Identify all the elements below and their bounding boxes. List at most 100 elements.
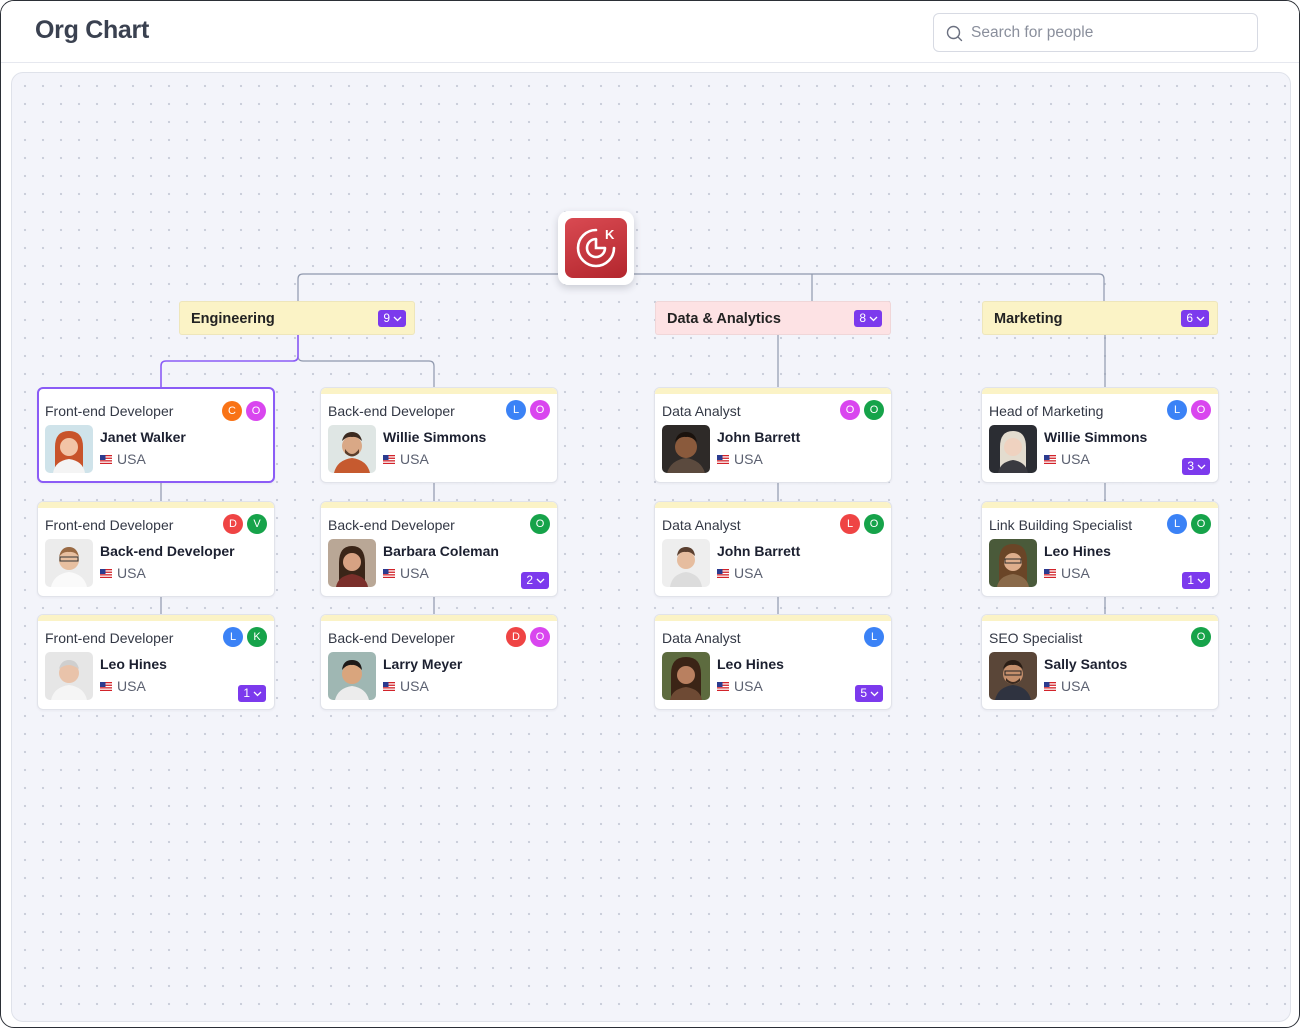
person-card[interactable]: Back-end Developer O Barbara Coleman USA… (320, 501, 558, 597)
count-badge[interactable]: 1 (1182, 572, 1210, 589)
role-label: Data Analyst (662, 630, 741, 646)
count-badge[interactable]: 9 (378, 310, 406, 327)
page-title: Org Chart (35, 16, 149, 44)
count-badge[interactable]: 6 (1181, 310, 1209, 327)
avatar[interactable]: D (506, 627, 526, 647)
avatar-group: L O (506, 400, 550, 420)
dept-engineering[interactable]: Engineering 9 (179, 301, 415, 335)
org-chart-window: Org Chart Search for people K Engineerin… (0, 0, 1300, 1028)
us-flag-icon (1044, 568, 1056, 578)
person-card[interactable]: Back-end Developer D O Larry Meyer USA (320, 614, 558, 710)
person-name: Janet Walker (100, 429, 186, 445)
avatar[interactable]: O (864, 514, 884, 534)
avatar-group: L O (1167, 514, 1211, 534)
location: USA (383, 678, 429, 694)
profile-photo (662, 425, 710, 473)
location: USA (100, 565, 146, 581)
person-name: Sally Santos (1044, 656, 1128, 672)
avatar[interactable]: C (222, 401, 242, 421)
profile-photo (45, 539, 93, 587)
profile-photo (328, 652, 376, 700)
role-label: Front-end Developer (45, 403, 174, 419)
us-flag-icon (1044, 454, 1056, 464)
profile-photo (662, 652, 710, 700)
person-name: Willie Simmons (1044, 429, 1148, 445)
count-badge[interactable]: 5 (855, 685, 883, 702)
avatar[interactable]: L (864, 627, 884, 647)
avatar[interactable]: V (247, 514, 267, 534)
search-box[interactable] (933, 13, 1258, 52)
avatar-group: L K (223, 627, 267, 647)
person-card[interactable]: Front-end Developer L K Leo Hines USA 1 (37, 614, 275, 710)
location: USA (717, 451, 763, 467)
location: USA (383, 451, 429, 467)
avatar[interactable]: O (530, 627, 550, 647)
dept-data-analytics[interactable]: Data & Analytics 8 (655, 301, 891, 335)
location: USA (100, 678, 146, 694)
count-badge[interactable]: 1 (238, 685, 266, 702)
profile-photo (45, 425, 93, 473)
avatar[interactable]: O (840, 400, 860, 420)
avatar[interactable]: K (247, 627, 267, 647)
person-name: John Barrett (717, 543, 801, 559)
person-card[interactable]: Data Analyst L Leo Hines USA 5 (654, 614, 892, 710)
profile-photo (989, 652, 1037, 700)
profile-photo (989, 539, 1037, 587)
person-card[interactable]: Back-end Developer L O Willie Simmons US… (320, 387, 558, 483)
chevron-down-icon (869, 316, 878, 321)
dept-label: Data & Analytics (667, 311, 781, 327)
role-label: Front-end Developer (45, 630, 174, 646)
person-card[interactable]: Head of Marketing L O Willie Simmons USA… (981, 387, 1219, 483)
search-input[interactable] (971, 22, 1241, 44)
avatar-group: C O (222, 401, 266, 421)
person-card[interactable]: SEO Specialist O Sally Santos USA (981, 614, 1219, 710)
person-card[interactable]: Front-end Developer D V Back-end Develop… (37, 501, 275, 597)
avatar[interactable]: D (223, 514, 243, 534)
dept-marketing[interactable]: Marketing 6 (982, 301, 1218, 335)
person-name: Back-end Developer (100, 543, 235, 559)
avatar[interactable]: O (530, 400, 550, 420)
person-name: Leo Hines (1044, 543, 1111, 559)
location: USA (717, 565, 763, 581)
count-badge[interactable]: 8 (854, 310, 882, 327)
us-flag-icon (383, 454, 395, 464)
location: USA (717, 678, 763, 694)
avatar[interactable]: O (1191, 514, 1211, 534)
person-name: Leo Hines (100, 656, 167, 672)
count-badge[interactable]: 3 (1182, 458, 1210, 475)
avatar[interactable]: L (1167, 514, 1187, 534)
profile-photo (45, 652, 93, 700)
avatar[interactable]: L (1167, 400, 1187, 420)
role-label: Link Building Specialist (989, 517, 1133, 533)
chevron-down-icon (870, 691, 879, 696)
us-flag-icon (100, 568, 112, 578)
person-name: Larry Meyer (383, 656, 463, 672)
avatar[interactable]: O (246, 401, 266, 421)
avatar[interactable]: L (840, 514, 860, 534)
avatar[interactable]: L (506, 400, 526, 420)
avatar[interactable]: O (1191, 400, 1211, 420)
person-card[interactable]: Link Building Specialist L O Leo Hines U… (981, 501, 1219, 597)
avatar[interactable]: O (864, 400, 884, 420)
location: USA (100, 451, 146, 467)
avatar[interactable]: L (223, 627, 243, 647)
person-card[interactable]: Data Analyst O O John Barrett USA (654, 387, 892, 483)
location: USA (1044, 678, 1090, 694)
person-card[interactable]: Front-end Developer C O Janet Walker USA (37, 387, 275, 483)
count-badge[interactable]: 2 (521, 572, 549, 589)
avatar[interactable]: O (1191, 627, 1211, 647)
avatar[interactable]: O (530, 514, 550, 534)
role-label: Back-end Developer (328, 630, 455, 646)
role-label: Back-end Developer (328, 517, 455, 533)
chevron-down-icon (536, 578, 545, 583)
avatar-group: O (1191, 627, 1211, 647)
location: USA (1044, 565, 1090, 581)
location: USA (383, 565, 429, 581)
person-name: Willie Simmons (383, 429, 487, 445)
root-node[interactable]: K (558, 211, 634, 285)
profile-photo (989, 425, 1037, 473)
person-card[interactable]: Data Analyst L O John Barrett USA (654, 501, 892, 597)
profile-photo (328, 539, 376, 587)
us-flag-icon (717, 568, 729, 578)
us-flag-icon (383, 568, 395, 578)
